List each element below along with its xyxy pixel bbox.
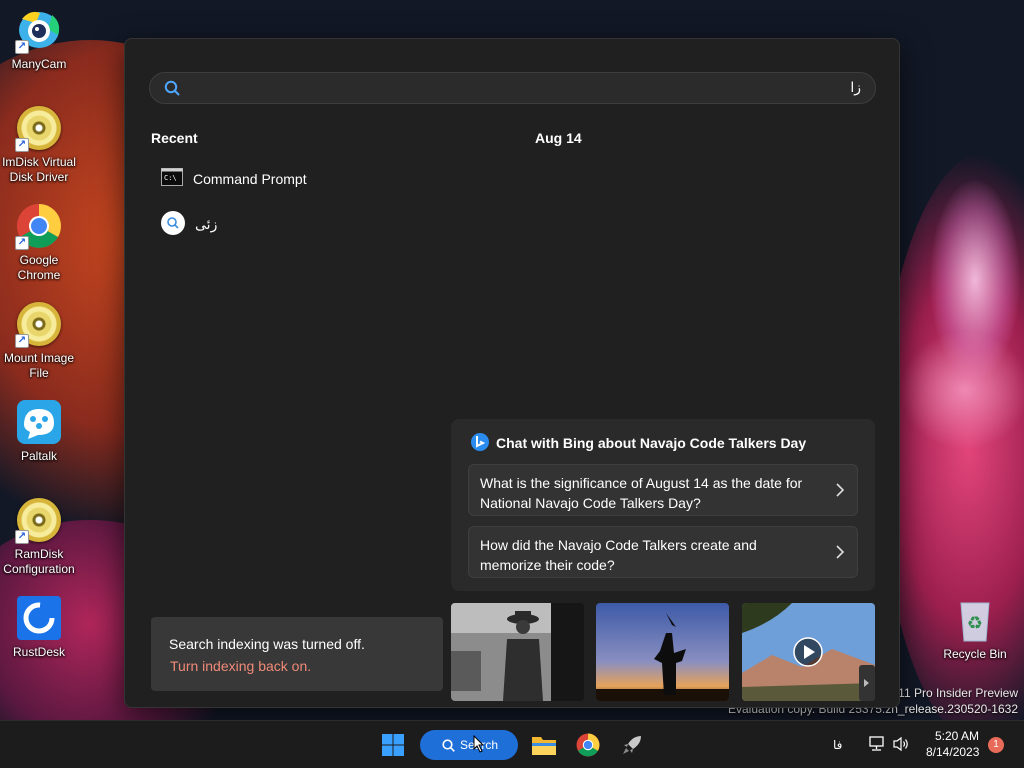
search-icon [161, 210, 185, 240]
recent-item-label: Command Prompt [193, 171, 307, 187]
scroll-right-button[interactable] [859, 665, 875, 701]
desktop-icon-label: ManyCam [11, 57, 67, 71]
taskbar-search-button[interactable]: Search [420, 730, 518, 760]
video-thumbnail-3[interactable] [742, 603, 875, 701]
rocket-icon [623, 736, 641, 754]
chrome-icon: ↗ [15, 202, 63, 250]
notification-badge[interactable]: 1 [988, 737, 1004, 753]
mouse-cursor-icon [473, 734, 485, 758]
image-thumbnail-2[interactable] [596, 603, 729, 701]
desktop-icon-imdisk[interactable]: ↗ ImDisk Virtual Disk Driver [0, 104, 78, 185]
desktop-icon-label: Google Chrome [17, 253, 61, 282]
shortcut-arrow-icon: ↗ [15, 236, 29, 250]
desktop-icon-label: ImDisk Virtual Disk Driver [2, 155, 76, 184]
desktop-icon-rustdesk[interactable]: RustDesk [0, 594, 78, 660]
disc-icon: ↗ [15, 300, 63, 348]
bing-question-text: What is the significance of August 14 as… [480, 475, 803, 511]
watermark-line1: s 11 Pro Insider Preview [888, 686, 1018, 700]
desktop-icon-label: Mount Image File [3, 351, 75, 380]
start-button[interactable] [377, 729, 409, 761]
chrome-icon [576, 733, 600, 757]
desktop-icon-paltalk[interactable]: Paltalk [0, 398, 78, 464]
chrome-taskbar-button[interactable] [572, 729, 604, 761]
disc-icon: ↗ [15, 496, 63, 544]
image-thumbnail-1[interactable] [451, 603, 584, 701]
disc-icon: ↗ [15, 104, 63, 152]
recent-item-label: زئی [195, 217, 218, 233]
desktop-icon-mount-image-file[interactable]: ↗ Mount Image File [0, 300, 78, 381]
bing-question-2[interactable]: How did the Navajo Code Talkers create a… [468, 526, 858, 578]
input-language-indicator[interactable]: فا [833, 738, 842, 752]
pinned-app-button[interactable] [616, 729, 648, 761]
svg-text:C:\: C:\ [164, 174, 177, 182]
bing-chat-card: Chat with Bing about Navajo Code Talkers… [451, 419, 875, 591]
desktop-icon-label: RustDesk [12, 645, 65, 659]
svg-text:♻: ♻ [967, 613, 983, 634]
paltalk-icon [15, 398, 63, 446]
shortcut-arrow-icon: ↗ [15, 530, 29, 544]
bing-icon [471, 433, 489, 456]
recycle-bin-icon: ♻ [951, 596, 999, 644]
bing-question-1[interactable]: What is the significance of August 14 as… [468, 464, 858, 516]
search-icon [164, 80, 180, 101]
desktop-icon-ramdisk[interactable]: ↗ RamDisk Configuration [0, 496, 78, 577]
indexing-message: Search indexing was turned off. [169, 636, 365, 652]
desktop-icon-label: Paltalk [20, 449, 58, 463]
manycam-icon: ↗ [15, 6, 63, 54]
bing-question-text: How did the Navajo Code Talkers create a… [480, 537, 757, 573]
shortcut-arrow-icon: ↗ [15, 138, 29, 152]
desktop-icon-manycam[interactable]: ↗ ManyCam [0, 6, 78, 72]
network-icon[interactable] [868, 736, 886, 757]
recent-item-search-query[interactable]: زئی [149, 205, 489, 245]
file-explorer-button[interactable] [528, 729, 560, 761]
rustdesk-icon [15, 594, 63, 642]
volume-icon[interactable] [892, 736, 910, 757]
recent-heading: Recent [151, 130, 198, 146]
search-flyout: Recent Aug 14 C:\ Command Prompt زئی [124, 38, 900, 708]
taskbar: Search فا [0, 720, 1024, 768]
chevron-right-icon [864, 679, 869, 687]
date-heading: Aug 14 [535, 130, 582, 146]
desktop-icon-google-chrome[interactable]: ↗ Google Chrome [0, 202, 78, 283]
search-input[interactable] [190, 76, 861, 100]
search-box[interactable] [149, 72, 876, 104]
desktop-icon-label: RamDisk Configuration [3, 547, 75, 576]
windows-logo-icon [382, 734, 404, 756]
indexing-notice: Search indexing was turned off. Turn ind… [151, 617, 443, 691]
clock-date: 8/14/2023 [926, 745, 980, 759]
shortcut-arrow-icon: ↗ [15, 40, 29, 54]
bing-chat-title: Chat with Bing about Navajo Code Talkers… [496, 435, 807, 451]
turn-indexing-on-link[interactable]: Turn indexing back on. [170, 658, 311, 674]
search-icon [442, 738, 455, 752]
command-prompt-icon: C:\ [161, 167, 183, 191]
desktop-icon-recycle-bin[interactable]: ♻ Recycle Bin [936, 596, 1014, 662]
recent-item-command-prompt[interactable]: C:\ Command Prompt [149, 159, 489, 199]
clock-time: 5:20 AM [935, 729, 980, 743]
chevron-right-icon [835, 482, 845, 502]
desktop-icon-label: Recycle Bin [943, 647, 1007, 661]
shortcut-arrow-icon: ↗ [15, 334, 29, 348]
chevron-right-icon [835, 544, 845, 564]
folder-icon [532, 737, 556, 755]
